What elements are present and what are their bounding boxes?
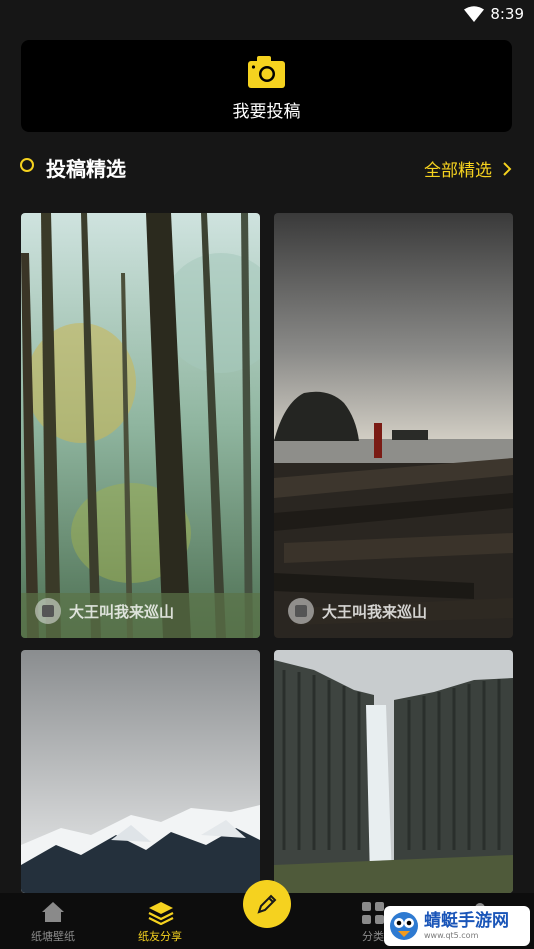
post-card[interactable]: 大王叫我来巡山 [274, 213, 513, 638]
post-author[interactable]: 大王叫我来巡山 [35, 598, 174, 624]
post-image [21, 213, 260, 638]
author-name: 大王叫我来巡山 [322, 602, 428, 621]
watermark-name: 蜻蜓手游网 [424, 910, 509, 931]
tab-share[interactable]: 纸友分享 [107, 893, 213, 949]
post-author[interactable]: 大王叫我来巡山 [288, 598, 427, 624]
clock: 8:39 [490, 5, 524, 23]
post-card[interactable] [21, 650, 260, 893]
avatar [288, 598, 314, 624]
section-title: 投稿精选 [46, 157, 126, 181]
post-card[interactable]: 大王叫我来巡山 [21, 213, 260, 638]
post-image [274, 213, 513, 638]
home-icon [42, 902, 64, 922]
post-image [274, 650, 513, 893]
status-bar: 8:39 [0, 0, 534, 30]
tab-home[interactable]: 纸塘壁纸 [0, 893, 106, 949]
see-all-link[interactable]: 全部精选 [424, 156, 512, 181]
dragonfly-logo-icon [390, 912, 418, 940]
post-image [21, 650, 260, 893]
edit-icon [257, 894, 277, 914]
chevron-right-icon [503, 161, 512, 176]
grid-icon [362, 902, 384, 924]
avatar [35, 598, 61, 624]
post-card[interactable] [274, 650, 513, 893]
submit-post-button[interactable]: 我要投稿 [21, 40, 512, 132]
create-post-button[interactable] [243, 880, 291, 928]
wifi-icon [464, 6, 484, 22]
tab-label: 纸友分享 [138, 930, 182, 943]
author-name: 大王叫我来巡山 [69, 602, 175, 621]
see-all-label: 全部精选 [424, 161, 492, 181]
submit-label: 我要投稿 [232, 102, 301, 122]
section-bullet [20, 158, 34, 172]
watermark-url: www.qt5.com [424, 930, 479, 940]
layers-icon [148, 902, 174, 925]
camera-icon [248, 56, 285, 88]
tab-label: 纸塘壁纸 [31, 930, 75, 943]
site-watermark: 蜻蜓手游网 www.qt5.com [384, 906, 530, 946]
